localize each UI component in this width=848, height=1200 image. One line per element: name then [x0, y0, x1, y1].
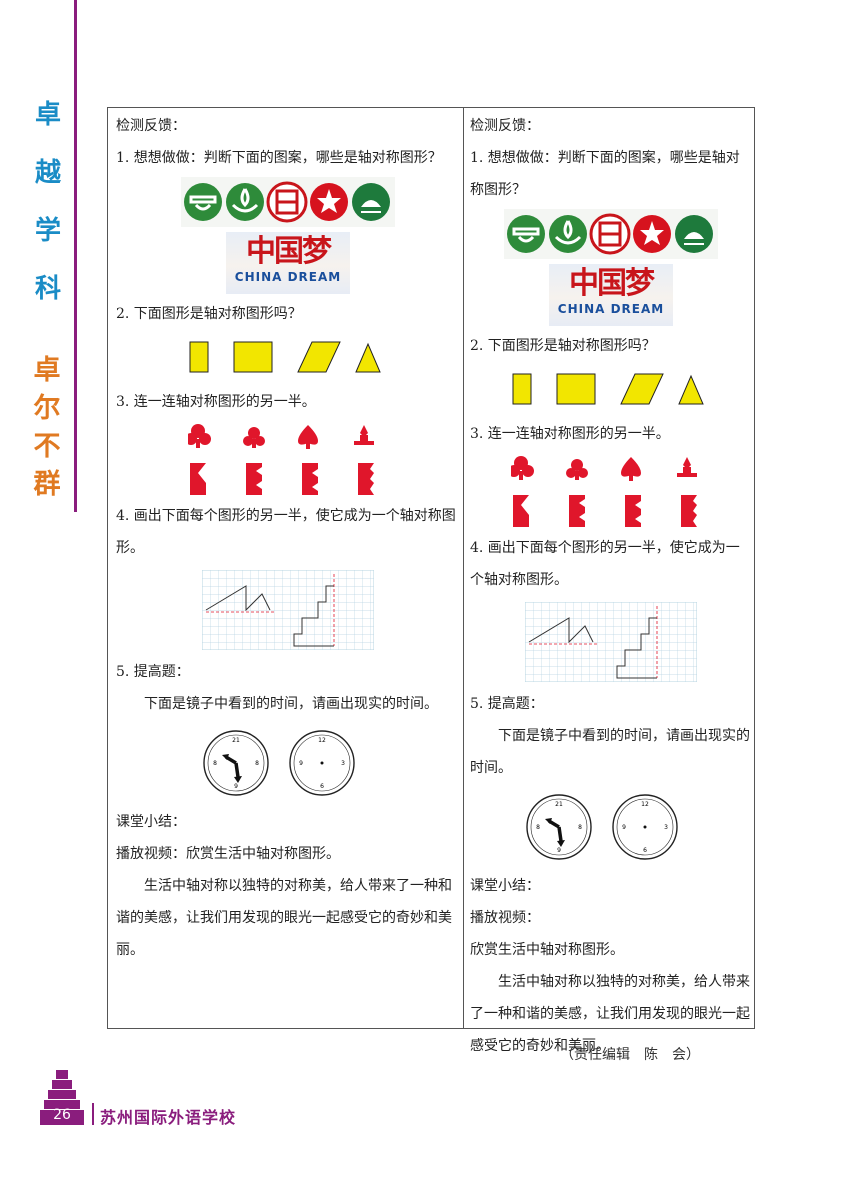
china-dream-en: CHINA DREAM — [557, 302, 665, 316]
clock-12: 12 — [318, 737, 326, 744]
china-dream-image: 中国梦 CHINA DREAM — [549, 264, 673, 326]
mirror-clock-right: 8 — [578, 824, 582, 831]
question-5: 5. 提高题： — [116, 664, 190, 680]
clock-6: 6 — [320, 783, 324, 790]
suits-image — [511, 456, 697, 527]
video-2: 欣赏生活中轴对称图形。 — [470, 942, 624, 958]
shapes-image — [189, 341, 381, 373]
margin-rule — [74, 0, 77, 512]
logos-row — [116, 174, 460, 230]
question-5: 5. 提高题： — [470, 696, 544, 712]
summary: 课堂小结： — [470, 878, 540, 894]
clock-9: 9 — [299, 760, 303, 767]
question-1: 1. 想想做做：判断下面的图案，哪些是轴对称图形？ — [470, 150, 740, 198]
suits-block — [116, 418, 460, 500]
summary: 课堂小结： — [116, 814, 186, 830]
logos-image — [181, 177, 395, 227]
suits-block — [470, 450, 752, 532]
video: 播放视频：欣赏生活中轴对称图形。 — [116, 846, 340, 862]
mirror-clock-top: 21 — [232, 737, 240, 744]
grid-image — [202, 570, 374, 650]
side-title-char: 卓 — [34, 100, 61, 130]
logos-row — [470, 206, 752, 262]
side-motto-char: 群 — [33, 469, 63, 500]
grid-block — [470, 596, 752, 688]
china-dream-en: CHINA DREAM — [234, 270, 342, 284]
clock-6: 6 — [643, 847, 647, 854]
question-2: 2. 下面图形是轴对称图形吗？ — [116, 306, 302, 322]
mirror-clock-bottom: 9 — [557, 847, 561, 854]
left-column: 检测反馈： 1. 想想做做：判断下面的图案，哪些是轴对称图形？ 中国梦 CHIN… — [116, 108, 460, 966]
clock-3: 3 — [664, 824, 668, 831]
side-title-char: 科 — [34, 274, 61, 304]
footer-separator — [92, 1103, 94, 1125]
clock-3: 3 — [341, 760, 345, 767]
shapes-row — [470, 362, 752, 418]
right-column: 检测反馈： 1. 想想做做：判断下面的图案，哪些是轴对称图形？ 中国梦 CHIN… — [470, 108, 752, 1062]
question-2: 2. 下面图形是轴对称图形吗？ — [470, 338, 656, 354]
grid-image — [525, 602, 697, 682]
clocks-image: 21 8 9 8 12 3 6 9 — [526, 794, 678, 860]
question-3: 3. 连一连轴对称图形的另一半。 — [470, 426, 670, 442]
side-motto-char: 卓 — [33, 355, 63, 386]
heading: 检测反馈： — [470, 118, 540, 134]
content-table: 检测反馈： 1. 想想做做：判断下面的图案，哪些是轴对称图形？ 中国梦 CHIN… — [107, 107, 755, 1054]
logos-image — [504, 209, 718, 259]
question-4: 4. 画出下面每个图形的另一半，使它成为一个轴对称图形。 — [116, 508, 456, 556]
side-motto: 卓 尔 不 群 — [30, 352, 66, 504]
mirror-clock-bottom: 9 — [234, 783, 238, 790]
mirror-clock-right: 8 — [255, 760, 259, 767]
page-number: 26 — [53, 1107, 71, 1123]
mirror-clock-top: 21 — [555, 801, 563, 808]
school-name: 苏州国际外语学校 — [100, 1108, 237, 1127]
editor-credit: （责任编辑 陈 会） — [560, 1047, 700, 1063]
question-4: 4. 画出下面每个图形的另一半，使它成为一个轴对称图形。 — [470, 540, 740, 588]
suits-image — [188, 424, 374, 495]
question-1: 1. 想想做做：判断下面的图案，哪些是轴对称图形？ — [116, 150, 442, 166]
china-dream-image: 中国梦 CHINA DREAM — [226, 232, 350, 294]
mirror-clock-left: 8 — [536, 824, 540, 831]
side-motto-char: 尔 — [33, 393, 63, 424]
question-5-text: 下面是镜子中看到的时间，请画出现实的时间。 — [470, 728, 750, 776]
side-title-char: 越 — [34, 158, 61, 188]
shapes-image — [512, 373, 704, 405]
mirror-clock-left: 8 — [213, 760, 217, 767]
side-title-char: 学 — [34, 216, 61, 246]
heading: 检测反馈： — [116, 118, 186, 134]
shapes-row — [116, 330, 460, 386]
question-5-text: 下面是镜子中看到的时间，请画出现实的时间。 — [144, 696, 438, 712]
clocks-block: 21 8 9 8 12 3 6 9 — [116, 720, 460, 806]
china-dream-block: 中国梦 CHINA DREAM — [116, 230, 460, 298]
clocks-image: 21 8 9 8 12 3 6 9 — [203, 730, 355, 796]
grid-block — [116, 564, 460, 656]
side-title: 卓 越 学 科 — [30, 86, 66, 318]
question-3: 3. 连一连轴对称图形的另一半。 — [116, 394, 316, 410]
closing: 生活中轴对称以独特的对称美，给人带来了一种和谐的美感，让我们用发现的眼光一起感受… — [116, 878, 452, 958]
clock-12: 12 — [641, 801, 649, 808]
video: 播放视频： — [470, 910, 540, 926]
column-divider — [463, 108, 464, 1028]
side-motto-char: 不 — [33, 431, 63, 462]
clocks-block: 21 8 9 8 12 3 6 9 — [470, 784, 752, 870]
clock-9: 9 — [622, 824, 626, 831]
china-dream-block: 中国梦 CHINA DREAM — [470, 262, 752, 330]
